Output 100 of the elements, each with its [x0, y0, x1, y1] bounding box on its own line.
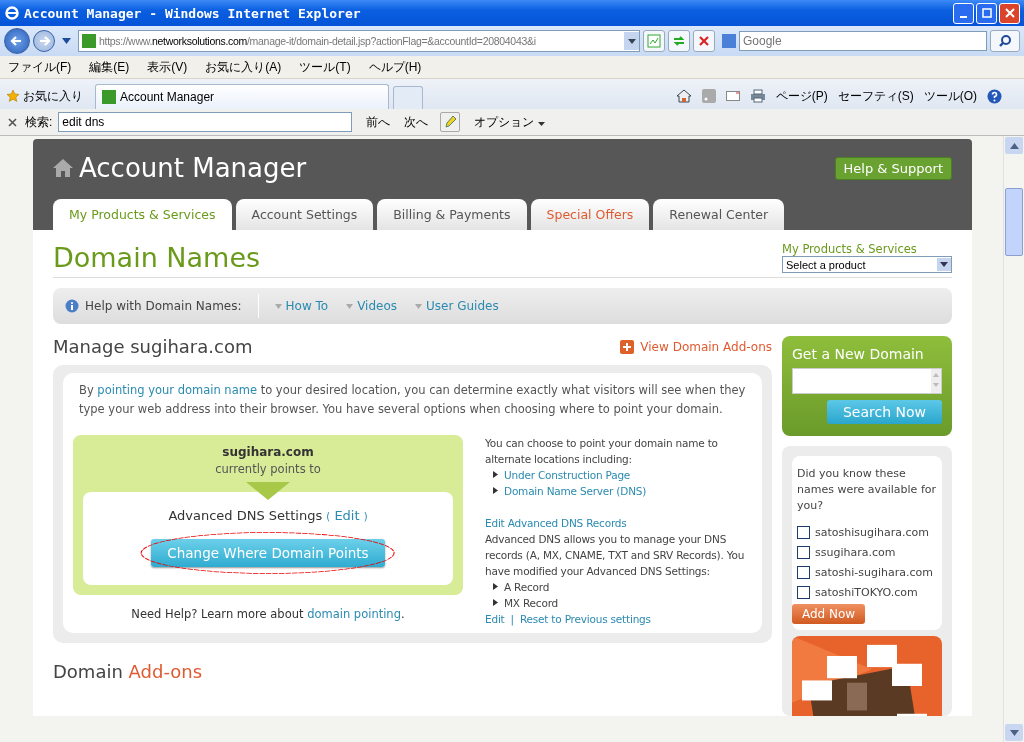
- caret-icon: [627, 38, 636, 44]
- url-text: https://www.networksolutions.com/manage-it/domain-detail.jsp?actionFlag=&accountId=20804043&i: [99, 35, 537, 47]
- caret-icon: [274, 304, 282, 309]
- dns-description: Advanced DNS allows you to manage your DNS records (A, MX, CNAME, TXT and SRV Records). You have modified your Advanced DNS Settings:: [485, 532, 746, 579]
- browser-logo-icon: [4, 5, 20, 21]
- site-title: Account Manager: [79, 153, 308, 183]
- scroll-down-icon[interactable]: [1009, 729, 1019, 736]
- command-menu[interactable]: ツール(O): [923, 87, 977, 105]
- checkbox[interactable]: [797, 525, 810, 539]
- back-button[interactable]: [4, 28, 30, 54]
- next-button[interactable]: 次へ: [404, 113, 429, 131]
- addons-heading: Domain Add-ons: [53, 661, 204, 682]
- menu-item[interactable]: ヘルプ(H): [368, 58, 422, 76]
- refresh-icon[interactable]: [668, 30, 690, 52]
- option-link[interactable]: Domain Name Server (DNS): [504, 483, 647, 499]
- suggestions-prompt: Did you know these names were available for you?: [797, 466, 937, 514]
- domain-option: ssugihara.com: [815, 545, 896, 559]
- home-icon[interactable]: [675, 89, 692, 103]
- arrow-left-icon: [10, 34, 24, 48]
- domain-option: satoshiTOKYO.com: [815, 585, 918, 599]
- menu-item[interactable]: ファイル(F): [8, 58, 72, 76]
- reset-link[interactable]: Reset to Previous settings: [519, 611, 651, 627]
- checkbox[interactable]: [797, 585, 810, 599]
- section-title: Manage sugihara.com: [53, 336, 253, 357]
- menu-item[interactable]: 編集(E): [89, 58, 130, 76]
- selector-label: My Products & Services: [782, 242, 918, 256]
- command-menu[interactable]: ページ(P): [775, 87, 828, 105]
- caret-icon: [537, 121, 545, 126]
- search-button[interactable]: [990, 30, 1020, 52]
- product-select[interactable]: Select a product: [782, 256, 952, 273]
- bullet-icon: [493, 487, 498, 494]
- record-item: A Record: [504, 580, 550, 595]
- nav-tab[interactable]: Account Settings: [235, 199, 374, 230]
- printer-icon[interactable]: [749, 89, 766, 103]
- dropdown-button[interactable]: [624, 32, 639, 50]
- help-icon[interactable]: [987, 88, 1002, 104]
- domain-option: satoshisugihara.com: [815, 525, 929, 539]
- close-button[interactable]: [999, 2, 1020, 24]
- minimize-icon: [960, 16, 967, 18]
- highlight-icon[interactable]: [440, 112, 461, 132]
- scroll-thumb[interactable]: [1005, 188, 1023, 256]
- menu-item[interactable]: ツール(T): [299, 58, 351, 76]
- command-menu[interactable]: セーフティ(S): [837, 87, 914, 105]
- options-menu[interactable]: オプション: [474, 113, 545, 131]
- mail-icon[interactable]: [725, 91, 740, 101]
- site-icon: [82, 34, 96, 48]
- domain-pointing-link[interactable]: domain pointing: [307, 607, 401, 621]
- paren: (: [326, 511, 331, 522]
- page-heading: Domain Names: [53, 242, 261, 273]
- dropdown-arrow-icon[interactable]: [62, 38, 71, 44]
- option-link[interactable]: Under Construction Page: [504, 467, 631, 483]
- pointing-link[interactable]: pointing your domain name: [97, 383, 257, 397]
- nav-tab[interactable]: Billing & Payments: [377, 199, 527, 230]
- favorites-button[interactable]: お気に入り: [4, 83, 91, 109]
- help-label: Help with Domain Names:: [85, 299, 242, 313]
- stop-icon[interactable]: [693, 30, 715, 52]
- bullet-icon: [493, 471, 498, 478]
- settings-label: Advanced DNS Settings: [168, 508, 323, 523]
- browser-tab[interactable]: Account Manager: [95, 84, 389, 109]
- edit-records-link[interactable]: Edit Advanced DNS Records: [485, 515, 746, 531]
- checkbox[interactable]: [797, 565, 810, 579]
- close-icon: [1004, 8, 1015, 18]
- checkbox[interactable]: [797, 545, 810, 559]
- menu-item[interactable]: お気に入り(A): [205, 58, 282, 76]
- search-icon: [998, 34, 1012, 48]
- search-provider-icon: [722, 34, 736, 48]
- maximize-button[interactable]: [976, 2, 997, 24]
- arrow-right-icon: [37, 34, 51, 48]
- nav-tab[interactable]: Renewal Center: [653, 199, 785, 230]
- domain-name: sugihara.com: [222, 445, 314, 459]
- close-find-icon[interactable]: [6, 117, 19, 127]
- bullet-icon: [493, 599, 498, 606]
- domain-input[interactable]: [792, 368, 942, 394]
- down-arrow-icon: [246, 482, 290, 500]
- paren: ): [363, 511, 368, 522]
- previous-button[interactable]: 前へ: [366, 113, 391, 131]
- bullet-icon: [493, 583, 498, 590]
- addons-link[interactable]: View Domain Add-ons: [620, 339, 772, 354]
- address-field[interactable]: https://www.networksolutions.com/manage-it/domain-detail.jsp?actionFlag=&accountId=20804043&i: [78, 30, 640, 52]
- dropdown-arrow-icon: [940, 262, 948, 267]
- menu-item[interactable]: 表示(V): [147, 58, 188, 76]
- options-text: You can choose to point your domain name to alternate locations including:: [485, 436, 719, 467]
- window-title: Account Manager - Windows Internet Explorer: [24, 5, 362, 21]
- scroll-up-icon[interactable]: [1009, 142, 1019, 149]
- points-to-text: currently points to: [215, 462, 321, 476]
- separator: |: [510, 612, 514, 627]
- caret-icon: [346, 304, 354, 309]
- info-icon: [65, 299, 79, 313]
- scrollbar[interactable]: [1003, 136, 1024, 742]
- find-field[interactable]: edit dns: [58, 112, 353, 132]
- nav-tab[interactable]: My Products & Services: [53, 199, 232, 230]
- minimize-button[interactable]: [953, 2, 974, 24]
- edit-link[interactable]: Edit: [485, 611, 505, 627]
- search-field[interactable]: Google: [739, 31, 987, 51]
- record-item: MX Record: [504, 596, 559, 611]
- forward-button[interactable]: [33, 30, 55, 52]
- edit-link[interactable]: Edit: [334, 508, 360, 523]
- find-label: 検索:: [25, 113, 53, 131]
- caret-icon: [415, 304, 423, 309]
- panel-title: Get a New Domain: [792, 346, 925, 362]
